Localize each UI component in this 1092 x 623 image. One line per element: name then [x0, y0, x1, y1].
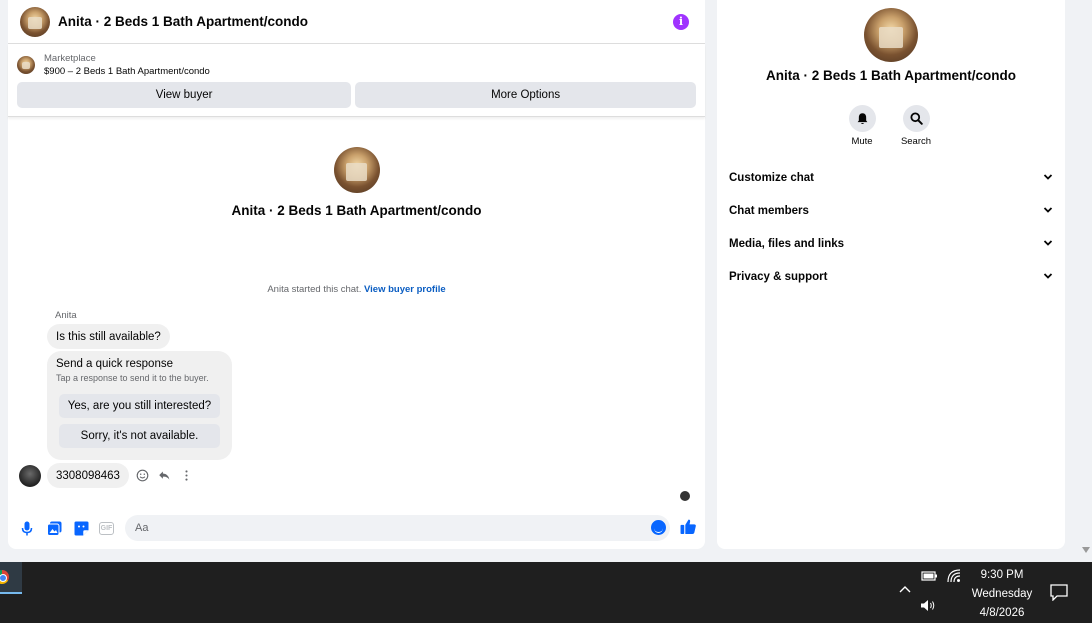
reply-icon[interactable] — [157, 468, 173, 484]
section-customize-chat[interactable]: Customize chat — [729, 168, 1053, 188]
scrollbar-down-arrow[interactable] — [1082, 547, 1090, 553]
chat-avatar[interactable] — [20, 6, 50, 37]
clock-date: 4/8/2026 — [979, 607, 1025, 619]
gif-icon[interactable]: GIF — [99, 521, 114, 535]
seen-indicator — [680, 491, 690, 501]
search-label: Search — [900, 136, 932, 147]
chevron-down-icon — [1043, 172, 1053, 185]
sender-avatar[interactable] — [19, 464, 41, 487]
chat-info-panel: Anita · 2 Beds 1 Bath Apartment/condo Mu… — [717, 0, 1065, 549]
started-text: Anita started this chat. — [267, 284, 362, 295]
quick-response-title: Send a quick response — [56, 358, 173, 370]
info-avatar[interactable] — [864, 8, 918, 62]
system-clock[interactable]: 9:30 PM Wednesday 4/8/2026 — [962, 566, 1042, 623]
listing-bar: Marketplace $900 – 2 Beds 1 Bath Apartme… — [8, 44, 705, 117]
quick-response-subtitle: Tap a response to send it to the buyer. — [56, 373, 209, 383]
listing-thumbnail — [17, 56, 35, 74]
chevron-down-icon — [1043, 238, 1053, 251]
mute-button[interactable]: Mute — [842, 105, 882, 147]
chat-panel: Anita · 2 Beds 1 Bath Apartment/condo i … — [8, 0, 705, 549]
view-buyer-profile-link[interactable]: View buyer profile — [364, 284, 446, 295]
thumbs-up-icon[interactable] — [680, 518, 697, 540]
message-row: 3308098463 — [19, 463, 195, 488]
quick-response-card: Send a quick response Tap a response to … — [47, 351, 232, 460]
show-hidden-icons-chevron-icon[interactable] — [899, 585, 911, 593]
sender-name: Anita — [55, 310, 77, 321]
message-input[interactable] — [125, 515, 670, 541]
message-bubble[interactable]: Is this still available? — [47, 324, 170, 349]
intro-avatar[interactable] — [333, 147, 380, 193]
taskbar: 9:30 PM Wednesday 4/8/2026 — [0, 562, 1092, 623]
section-privacy-support[interactable]: Privacy & support — [729, 267, 1053, 287]
section-media-files-links[interactable]: Media, files and links — [729, 234, 1053, 254]
section-label: Chat members — [729, 205, 809, 217]
info-icon[interactable]: i — [673, 13, 689, 30]
message-bubble[interactable]: 3308098463 — [47, 463, 129, 488]
listing-summary[interactable]: Marketplace $900 – 2 Beds 1 Bath Apartme… — [17, 52, 696, 78]
chevron-down-icon — [1043, 271, 1053, 284]
notifications-icon[interactable] — [1050, 584, 1068, 601]
sticker-icon[interactable] — [72, 519, 90, 537]
search-icon — [902, 105, 930, 132]
section-label: Customize chat — [729, 172, 814, 184]
chat-header: Anita · 2 Beds 1 Bath Apartment/condo i — [8, 0, 705, 44]
listing-source: Marketplace — [44, 53, 96, 64]
emoji-icon[interactable] — [651, 520, 666, 535]
chevron-down-icon — [1043, 205, 1053, 218]
section-chat-members[interactable]: Chat members — [729, 201, 1053, 221]
more-options-button[interactable]: More Options — [355, 82, 696, 108]
chat-title[interactable]: Anita · 2 Beds 1 Bath Apartment/condo — [58, 14, 673, 29]
battery-icon[interactable] — [921, 570, 938, 582]
quick-response-yes-button[interactable]: Yes, are you still interested? — [59, 394, 220, 418]
composer: GIF — [8, 514, 705, 542]
section-label: Media, files and links — [729, 238, 845, 250]
listing-price-title: $900 – 2 Beds 1 Bath Apartment/condo — [44, 66, 210, 77]
photo-icon[interactable] — [45, 519, 63, 537]
wifi-icon[interactable] — [947, 569, 962, 583]
conversation-intro: Anita · 2 Beds 1 Bath Apartment/condo — [8, 147, 705, 218]
search-button[interactable]: Search — [896, 105, 936, 147]
volume-icon[interactable] — [920, 599, 938, 612]
taskbar-chrome-app[interactable] — [0, 562, 22, 594]
info-name: Anita · 2 Beds 1 Bath Apartment/condo — [765, 68, 1017, 83]
clock-time: 9:30 PM — [980, 569, 1024, 581]
react-icon[interactable] — [135, 468, 151, 484]
mute-label: Mute — [851, 136, 873, 147]
intro-name: Anita · 2 Beds 1 Bath Apartment/condo — [231, 203, 482, 218]
clock-day: Wednesday — [971, 588, 1033, 600]
section-label: Privacy & support — [729, 271, 828, 283]
microphone-icon[interactable] — [18, 519, 36, 537]
bell-icon — [848, 105, 876, 132]
chat-started-notice: Anita started this chat. View buyer prof… — [8, 284, 705, 295]
quick-response-sorry-button[interactable]: Sorry, it's not available. — [59, 424, 220, 448]
more-icon[interactable] — [179, 468, 195, 484]
chrome-icon — [0, 570, 9, 584]
view-buyer-button[interactable]: View buyer — [17, 82, 352, 108]
